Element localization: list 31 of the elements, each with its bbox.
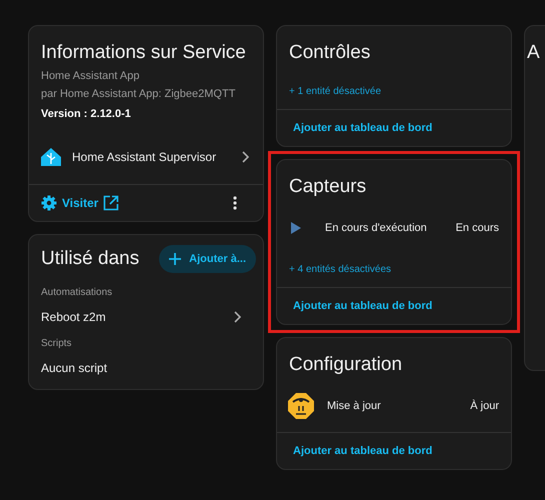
entity-state: En cours — [456, 222, 499, 234]
empty-text: Aucun script — [41, 361, 108, 375]
by-line: par Home Assistant App: Zigbee2MQTT — [40, 88, 236, 100]
add-button[interactable]: Ajouter à... — [159, 245, 256, 273]
play-icon — [291, 222, 301, 234]
plus-icon — [169, 253, 182, 265]
visit-button[interactable]: Visiter — [41, 195, 120, 211]
external-link-icon — [103, 195, 120, 211]
entity-state: À jour — [470, 400, 499, 412]
section-heading: Scripts — [40, 338, 73, 349]
supervisor-link[interactable]: Home Assistant Supervisor — [72, 150, 230, 164]
card-title: Utilisé dans — [40, 248, 140, 270]
add-to-dashboard-link[interactable]: Ajouter au tableau de bord — [289, 122, 432, 134]
card-title: Contrôles — [288, 41, 372, 64]
house-icon — [41, 148, 61, 166]
card-title: A — [526, 41, 541, 64]
more-icon[interactable] — [233, 196, 237, 210]
entity-name[interactable]: Mise à jour — [327, 400, 470, 412]
add-to-dashboard-link[interactable]: Ajouter au tableau de bord — [289, 445, 432, 457]
add-to-dashboard-link[interactable]: Ajouter au tableau de bord — [289, 300, 432, 312]
card-title: Capteurs — [288, 175, 368, 198]
gear-icon — [41, 195, 57, 211]
card-title: Informations sur Service — [40, 41, 247, 64]
section-heading: Automatisations — [40, 287, 114, 298]
chevron-icon — [241, 151, 249, 163]
card-title: Configuration — [288, 353, 404, 376]
chevron-icon — [233, 311, 241, 323]
automation-link[interactable]: Reboot z2m — [41, 310, 106, 324]
version-text: Version : 2.12.0-1 — [40, 108, 132, 120]
subtitle: Home Assistant App — [40, 70, 140, 82]
entity-name[interactable]: En cours d'exécution — [325, 222, 456, 234]
